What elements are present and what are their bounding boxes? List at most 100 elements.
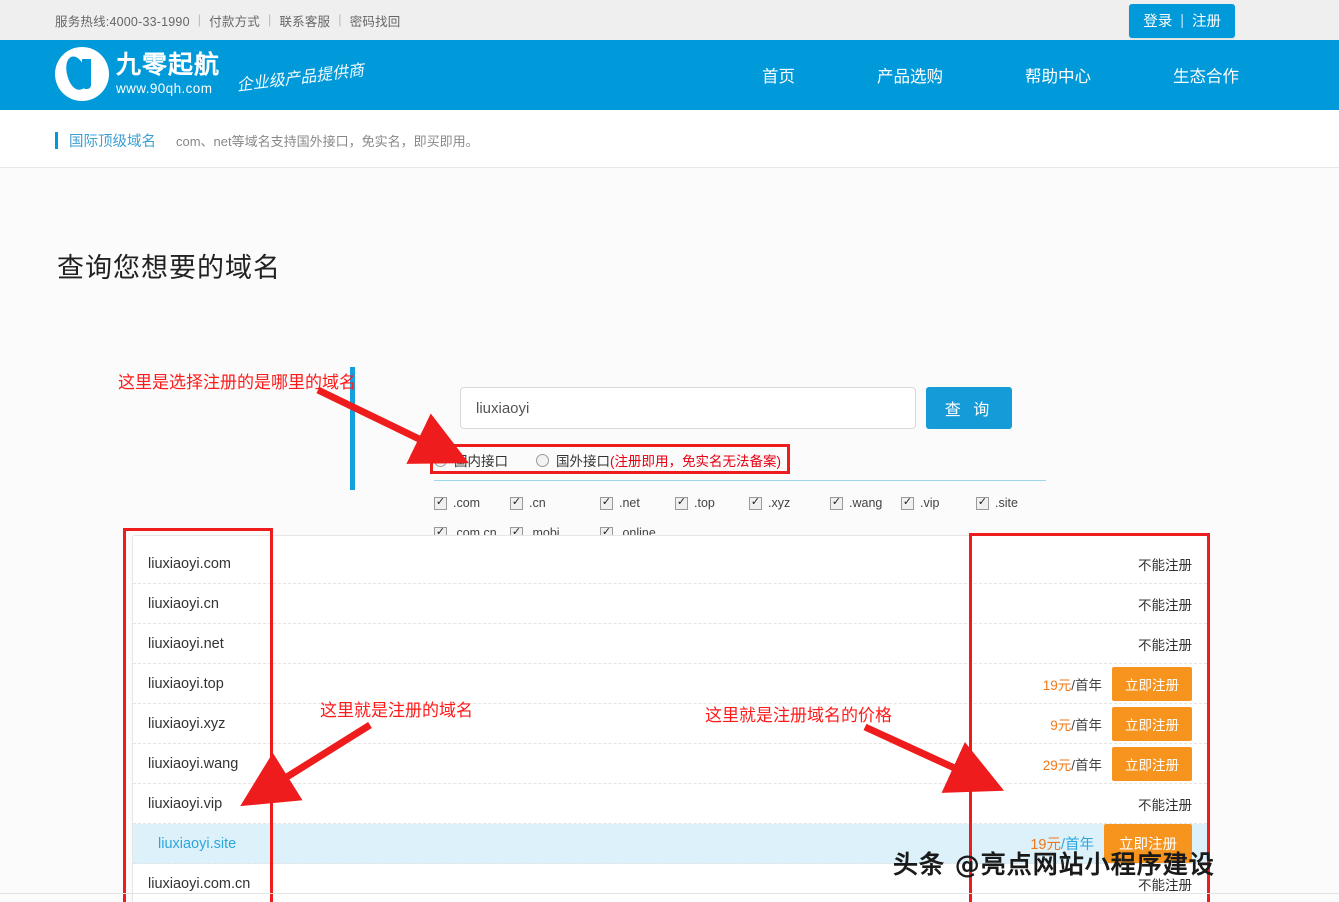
row-actions: 不能注册 <box>992 594 1192 614</box>
topbar-separator-2: | <box>260 13 279 27</box>
radio-note-overseas: (注册即用，免实名无法备案) <box>610 450 781 470</box>
row-actions: 不能注册 <box>992 554 1192 574</box>
banner-tick-icon <box>55 132 58 149</box>
row-actions: 不能注册 <box>992 634 1192 654</box>
footer-divider <box>0 893 1339 894</box>
status-badge: 不能注册 <box>1138 794 1192 814</box>
domain-price: 19元/首年 <box>1043 674 1102 694</box>
table-row[interactable]: liuxiaoyi.top19元/首年立即注册 <box>133 664 1207 704</box>
logo-mark-icon <box>55 47 109 101</box>
tld-label-top: .top <box>694 496 715 510</box>
tld-checkbox-cn[interactable]: .cn <box>510 496 600 510</box>
radio-icon-overseas[interactable] <box>536 454 549 467</box>
domain-search-input[interactable] <box>460 387 916 429</box>
logo-slogan: 企业级产品提供商 <box>235 56 365 95</box>
tld-checkbox-com[interactable]: .com <box>434 496 510 510</box>
register-now-button[interactable]: 立即注册 <box>1112 747 1192 781</box>
domain-name: liuxiaoyi.com.cn <box>144 876 992 892</box>
table-row[interactable]: liuxiaoyi.wang29元/首年立即注册 <box>133 744 1207 784</box>
table-row[interactable]: liuxiaoyi.xyz9元/首年立即注册 <box>133 704 1207 744</box>
price-amount: 19元 <box>1043 678 1072 693</box>
auth-separator: | <box>1172 13 1192 29</box>
nav-item-ecosystem[interactable]: 生态合作 <box>1173 63 1239 87</box>
row-actions: 29元/首年立即注册 <box>992 747 1192 781</box>
nav-item-help[interactable]: 帮助中心 <box>1025 63 1091 87</box>
status-badge: 不能注册 <box>1138 594 1192 614</box>
price-amount: 9元 <box>1050 718 1071 733</box>
domain-name: liuxiaoyi.site <box>144 836 992 852</box>
section-divider <box>434 480 1046 481</box>
tld-label-wang: .wang <box>849 496 882 510</box>
site-logo[interactable]: 九零起航 www.90qh.com 企业级产品提供商 <box>55 47 364 101</box>
tld-row-1: .com .cn .net .top .xyz .wang .vip .site <box>434 488 1054 518</box>
service-hotline: 服务热线:4000-33-1990 <box>55 11 190 30</box>
nav-item-products[interactable]: 产品选购 <box>877 63 943 87</box>
domain-price: 9元/首年 <box>1050 714 1102 734</box>
status-badge: 不能注册 <box>1138 554 1192 574</box>
site-header: 九零起航 www.90qh.com 企业级产品提供商 首页 产品选购 帮助中心 … <box>0 40 1339 110</box>
page-title: 查询您想要的域名 <box>57 246 281 285</box>
topbar-separator-3: | <box>330 13 349 27</box>
domain-name: liuxiaoyi.cn <box>144 596 992 612</box>
topbar-separator-1: | <box>190 13 209 27</box>
banner-title: 国际顶级域名 <box>69 130 156 151</box>
tld-checkbox-wang[interactable]: .wang <box>830 496 901 510</box>
register-now-button[interactable]: 立即注册 <box>1112 667 1192 701</box>
checkbox-icon-site[interactable] <box>976 497 989 510</box>
tld-checkbox-top[interactable]: .top <box>675 496 749 510</box>
tld-label-net: .net <box>619 496 640 510</box>
domain-name: liuxiaoyi.com <box>144 556 992 572</box>
table-row[interactable]: liuxiaoyi.vip 不能注册 <box>133 784 1207 824</box>
domain-name: liuxiaoyi.vip <box>144 796 992 812</box>
nav-item-home[interactable]: 首页 <box>762 63 795 87</box>
page-root: 服务热线:4000-33-1990 | 付款方式 | 联系客服 | 密码找回 登… <box>0 0 1339 902</box>
domain-name: liuxiaoyi.wang <box>144 756 992 772</box>
checkbox-icon-cn[interactable] <box>510 497 523 510</box>
register-button[interactable]: 注册 <box>1192 10 1221 31</box>
login-button[interactable]: 登录 <box>1143 10 1172 31</box>
row-actions: 9元/首年立即注册 <box>992 707 1192 741</box>
interface-selector: 国内接口 国外接口 (注册即用，免实名无法备案) <box>434 450 809 470</box>
logo-text: 九零起航 www.90qh.com <box>116 52 220 96</box>
table-row[interactable]: liuxiaoyi.net不能注册 <box>133 624 1207 664</box>
checkbox-icon-wang[interactable] <box>830 497 843 510</box>
price-amount: 29元 <box>1043 758 1072 773</box>
tld-checkbox-net[interactable]: .net <box>600 496 675 510</box>
annotation-domain-text: 这里就是注册的域名 <box>320 696 473 721</box>
arrow-to-interface <box>318 390 450 454</box>
checkbox-icon-top[interactable] <box>675 497 688 510</box>
search-button[interactable]: 查 询 <box>926 387 1012 429</box>
table-row[interactable]: liuxiaoyi.cn 不能注册 <box>133 584 1207 624</box>
tld-label-vip: .vip <box>920 496 939 510</box>
topbar-link-support[interactable]: 联系客服 <box>279 11 330 30</box>
banner-description: com、net等域名支持国外接口，免实名，即买即用。 <box>176 131 479 150</box>
price-unit: /首年 <box>1071 758 1102 773</box>
tld-checkbox-vip[interactable]: .vip <box>901 496 976 510</box>
logo-name: 九零起航 <box>116 52 220 77</box>
domain-price: 29元/首年 <box>1043 754 1102 774</box>
checkbox-icon-vip[interactable] <box>901 497 914 510</box>
price-unit: /首年 <box>1071 678 1102 693</box>
row-actions: 不能注册 <box>992 794 1192 814</box>
radio-label-overseas: 国外接口 <box>556 450 610 470</box>
radio-icon-domestic[interactable] <box>434 454 447 467</box>
checkbox-icon-xyz[interactable] <box>749 497 762 510</box>
tld-checkbox-xyz[interactable]: .xyz <box>749 496 830 510</box>
topbar-link-password-recovery[interactable]: 密码找回 <box>350 11 401 30</box>
auth-buttons: 登录 | 注册 <box>1129 4 1235 38</box>
radio-option-overseas[interactable]: 国外接口 (注册即用，免实名无法备案) <box>536 450 781 470</box>
checkbox-icon-net[interactable] <box>600 497 613 510</box>
logo-url: www.90qh.com <box>116 82 220 96</box>
register-now-button[interactable]: 立即注册 <box>1112 707 1192 741</box>
tld-label-com: .com <box>453 496 480 510</box>
tld-label-cn: .cn <box>529 496 546 510</box>
checkbox-icon-com[interactable] <box>434 497 447 510</box>
section-banner-inner: 国际顶级域名 com、net等域名支持国外接口，免实名，即买即用。 <box>55 129 479 151</box>
radio-option-domestic[interactable]: 国内接口 <box>434 450 508 470</box>
topbar-link-payment[interactable]: 付款方式 <box>209 11 260 30</box>
annotation-interface-text: 这里是选择注册的是哪里的域名 <box>118 368 356 393</box>
table-row[interactable]: liuxiaoyi.com 不能注册 <box>133 544 1207 584</box>
status-badge: 不能注册 <box>1138 634 1192 654</box>
tld-checkbox-site[interactable]: .site <box>976 496 1018 510</box>
main-navigation: 首页 产品选购 帮助中心 生态合作 <box>762 40 1239 110</box>
